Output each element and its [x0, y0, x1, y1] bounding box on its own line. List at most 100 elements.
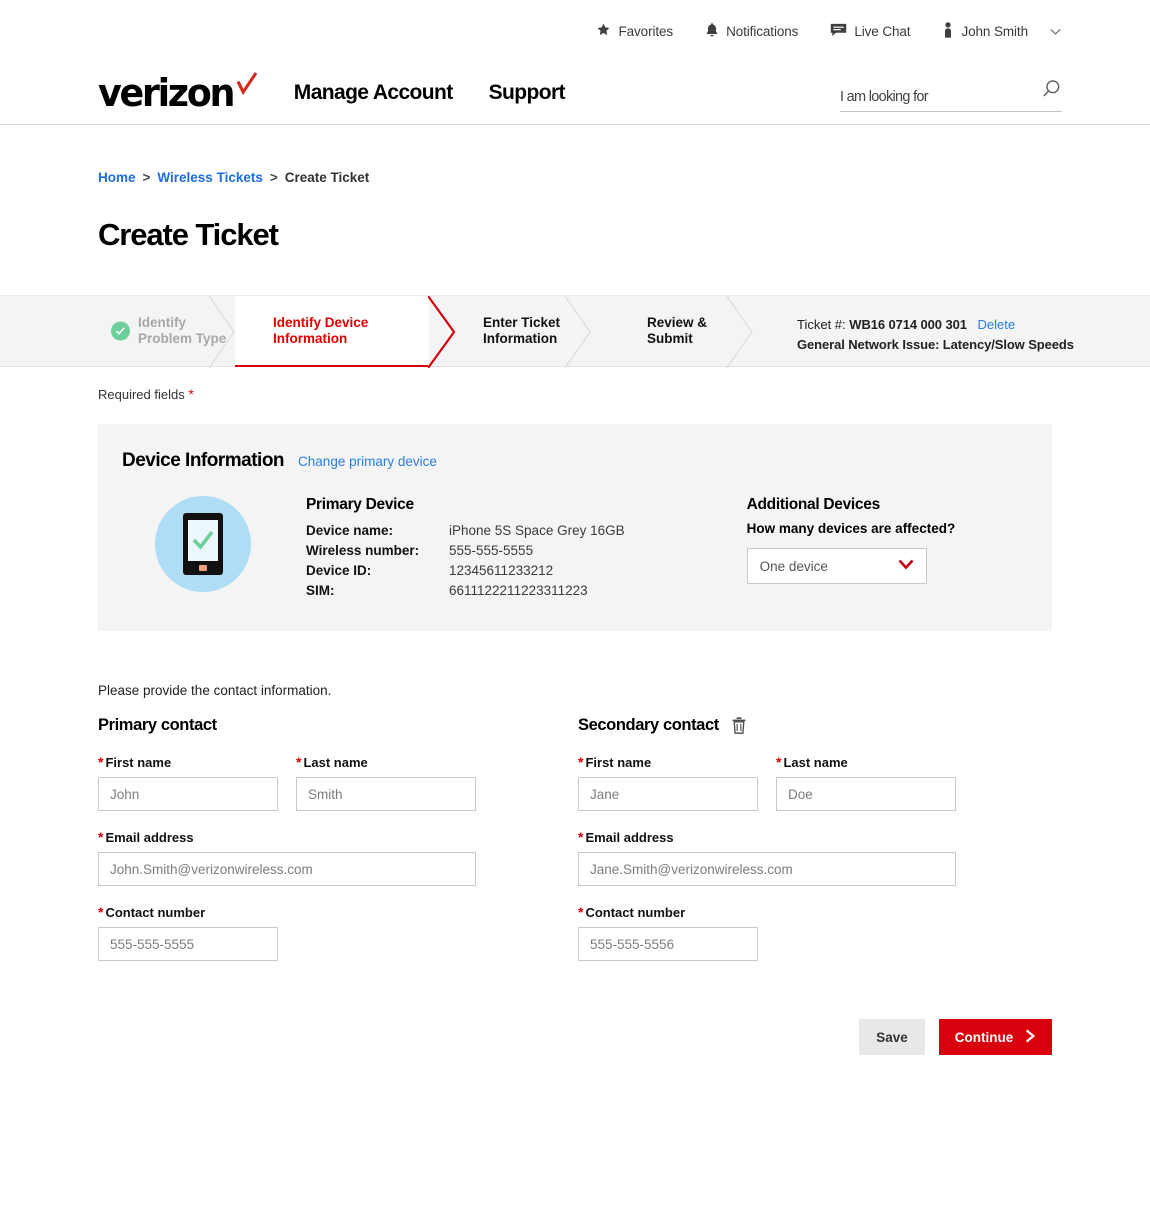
search-input[interactable]	[840, 89, 1020, 105]
utility-item-label: John Smith	[961, 23, 1028, 39]
ticket-number-value: WB16 0714 000 301	[849, 317, 967, 332]
check-circle-icon	[111, 321, 130, 341]
device-detail-value: 555-555-5555	[449, 543, 534, 558]
primary-phone-field: * Contact number	[98, 904, 578, 961]
primary-email-input[interactable]	[98, 852, 476, 886]
primary-phone-input[interactable]	[98, 927, 278, 961]
device-information-title: Device Information	[122, 450, 285, 471]
primary-email-field: * Email address	[98, 829, 578, 886]
secondary-last-name-field: * Last name	[776, 754, 956, 811]
secondary-last-name-input[interactable]	[776, 777, 956, 811]
secondary-contact-heading: Secondary contact	[578, 716, 1048, 735]
step-label: Identify Device Information	[273, 315, 369, 346]
step-review-and-submit[interactable]: Review & Submit	[591, 295, 753, 369]
required-marker: *	[98, 904, 104, 920]
required-marker: *	[188, 386, 194, 402]
primary-last-name-label: * Last name	[296, 754, 368, 770]
additional-devices-section: Additional Devices How many devices are …	[746, 496, 955, 601]
utility-item-account[interactable]: John Smith	[942, 21, 1062, 41]
step-label: Identify Problem Type	[138, 315, 227, 346]
primary-contact-title: Primary contact	[98, 716, 217, 734]
secondary-first-name-input[interactable]	[578, 777, 758, 811]
required-marker: *	[578, 829, 584, 845]
utility-item-label: Notifications	[726, 23, 799, 39]
utility-item-label: Favorites	[618, 23, 674, 39]
breadcrumb-item-wireless-tickets[interactable]: Wireless Tickets	[157, 170, 262, 185]
chevron-down-icon[interactable]	[1049, 25, 1062, 38]
device-detail-key: Wireless number:	[306, 543, 420, 558]
user-icon	[942, 21, 954, 41]
breadcrumb-item-create-ticket: Create Ticket	[284, 170, 370, 185]
continue-button-label: Continue	[954, 1029, 1014, 1045]
required-fields-text: Required fields	[98, 387, 185, 402]
primary-last-name-input[interactable]	[296, 777, 476, 811]
change-primary-device-link[interactable]: Change primary device	[298, 454, 437, 469]
chevron-right-icon	[1025, 1029, 1036, 1046]
device-detail-row: Device name: iPhone 5S Space Grey 16GB	[306, 521, 625, 541]
nav-manage-account[interactable]: Manage Account	[294, 81, 453, 105]
utility-item-live-chat[interactable]: Live Chat	[830, 23, 911, 40]
primary-first-name-field: * First name	[98, 754, 278, 811]
breadcrumb-separator: >	[269, 170, 278, 185]
secondary-phone-input[interactable]	[578, 927, 758, 961]
device-count-selected-value: One device	[759, 558, 828, 574]
trash-icon[interactable]	[732, 717, 746, 734]
page-title: Create Ticket	[98, 217, 279, 252]
device-detail-value: 12345611233212	[449, 563, 554, 578]
step-identify-device-information[interactable]: Identify Device Information	[235, 295, 456, 369]
primary-last-name-field: * Last name	[296, 754, 476, 811]
progress-stepper: Identify Problem Type Identify Device Info…	[0, 295, 1150, 369]
device-information-panel: Device Information Change primary device…	[98, 424, 1052, 631]
contact-intro-text: Please provide the contact information.	[98, 683, 332, 698]
verizon-check-icon	[236, 72, 258, 103]
utility-item-notifications[interactable]: Notifications	[705, 22, 798, 41]
device-detail-row: SIM: 6611122211223311223	[306, 581, 625, 601]
secondary-phone-label: * Contact number	[578, 904, 686, 920]
required-marker: *	[98, 829, 104, 845]
required-marker: *	[98, 754, 104, 770]
logo-wordmark: verizon	[98, 71, 235, 115]
secondary-last-name-label: * Last name	[776, 754, 848, 770]
device-detail-value: iPhone 5S Space Grey 16GB	[449, 523, 625, 538]
required-fields-note: Required fields *	[98, 386, 1052, 402]
step-divider-icon	[726, 295, 753, 369]
continue-button[interactable]: Continue	[939, 1019, 1052, 1055]
step-label: Review & Submit	[647, 315, 708, 346]
step-identify-problem-type[interactable]: Identify Problem Type	[0, 295, 235, 369]
save-button[interactable]: Save	[859, 1019, 925, 1055]
device-detail-key: Device ID:	[306, 563, 372, 578]
secondary-first-name-label: * First name	[578, 754, 652, 770]
secondary-first-name-field: * First name	[578, 754, 758, 811]
primary-first-name-input[interactable]	[98, 777, 278, 811]
secondary-phone-field: * Contact number	[578, 904, 1048, 961]
contacts-section: Primary contact *First name *Last name	[98, 716, 1052, 979]
device-detail-row: Device ID: 12345611233212	[306, 561, 625, 581]
verizon-logo[interactable]: verizon	[98, 71, 258, 115]
delete-ticket-link[interactable]: Delete	[977, 317, 1015, 332]
breadcrumb: Home > Wireless Tickets > Create Ticket	[0, 125, 1150, 185]
search-box[interactable]	[840, 78, 1062, 112]
additional-devices-title: Additional Devices	[746, 496, 881, 513]
utility-bar: Favorites Notifications Live Chat John S…	[0, 0, 1150, 62]
bell-icon	[705, 22, 719, 41]
mobile-phone-check-icon	[155, 496, 251, 592]
primary-phone-label: * Contact number	[98, 904, 206, 920]
primary-email-label: * Email address	[98, 829, 194, 845]
page-content: Required fields * Device Information Cha…	[0, 386, 1150, 1055]
step-divider-icon	[564, 295, 591, 369]
utility-item-favorites[interactable]: Favorites	[596, 22, 673, 40]
breadcrumb-item-home[interactable]: Home	[98, 170, 136, 185]
form-actions: Save Continue	[98, 1019, 1052, 1055]
primary-contact-heading: Primary contact	[98, 716, 578, 735]
search-icon[interactable]	[1040, 78, 1062, 105]
nav-support[interactable]: Support	[489, 81, 566, 105]
primary-contact-column: Primary contact *First name *Last name	[98, 716, 578, 979]
device-detail-value: 6611122211223311223	[449, 583, 588, 598]
secondary-contact-column: Secondary contact * First name Jane * La…	[578, 716, 1048, 979]
required-marker: *	[578, 904, 584, 920]
utility-item-label: Live Chat	[854, 23, 911, 39]
required-marker: *	[776, 754, 782, 770]
device-count-select[interactable]: One device	[746, 548, 927, 584]
secondary-email-input[interactable]	[578, 852, 956, 886]
device-detail-row: Wireless number: 555-555-5555	[306, 541, 625, 561]
